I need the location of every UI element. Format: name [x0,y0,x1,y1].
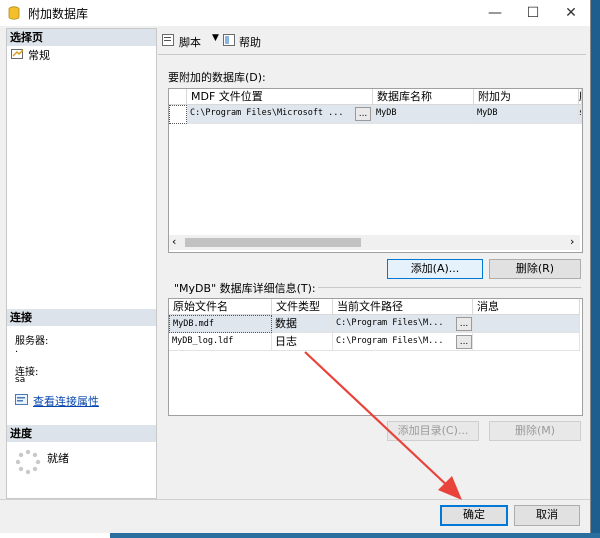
add-catalog-button[interactable]: 添加目录(C)... [387,421,479,441]
help-label: 帮助 [239,36,261,49]
browse-mdf-button[interactable]: ... [355,107,371,121]
column-header-attach-as[interactable]: 附加为 [474,89,579,105]
scroll-right-icon[interactable]: › [570,235,574,248]
file-type-cell[interactable]: 数据 [272,315,333,333]
cancel-button[interactable]: 取消 [514,505,580,526]
column-header-current-file-path[interactable]: 当前文件路径 [333,299,473,315]
column-header-database-name[interactable]: 数据库名称 [373,89,474,105]
desktop-background-bottom [110,533,600,538]
row-selector[interactable] [169,105,187,124]
database-details-label: "MyDB" 数据库详细信息(T): [174,282,316,295]
owner-cell[interactable]: s [579,105,582,124]
attach-database-dialog: 附加数据库 — ☐ ✕ 选择页 常规 连接 服务器: . 连接: sa 查看连接… [0,0,591,533]
original-file-name-cell[interactable]: MyDB_log.ldf [169,333,272,351]
title-bar: 附加数据库 — ☐ ✕ [0,0,590,26]
browse-path-button[interactable]: ... [456,335,472,349]
file-type-cell[interactable]: 日志 [272,333,333,351]
server-value: . [15,344,19,355]
attach-as-cell[interactable]: MyDB [474,105,579,124]
horizontal-scrollbar[interactable]: ‹ › [169,235,580,250]
script-dropdown-icon: ▼ [212,33,219,43]
column-header-original-file-name[interactable]: 原始文件名 [169,299,272,315]
left-panel: 选择页 常规 连接 服务器: . 连接: sa 查看连接属性 进度 就绪 [6,28,157,499]
page-item-general-label: 常规 [28,49,50,62]
message-cell [473,333,580,351]
browse-path-button[interactable]: ... [456,317,472,331]
toolbar-divider [158,54,586,55]
select-page-header: 选择页 [7,29,156,46]
progress-spinner-icon [15,449,41,475]
main-area: 脚本 ▼ 帮助 要附加的数据库(D): MDF 文件位置 数据库名称 附加为 所… [158,28,586,497]
progress-status: 就绪 [47,452,69,465]
view-connection-properties-link[interactable]: 查看连接属性 [33,393,99,409]
details-divider [318,287,581,288]
general-page-icon [11,49,24,59]
remove-database-button[interactable]: 删除(R) [489,259,581,279]
database-details-grid: 原始文件名 文件类型 当前文件路径 消息 MyDB.mdf 数据 C:\Prog… [168,298,583,416]
grid-corner [169,89,187,105]
progress-header: 进度 [7,425,156,442]
message-cell [473,315,580,333]
connection-value: sa [15,375,26,385]
column-header-owner[interactable]: 所 [579,89,582,105]
databases-to-attach-grid: MDF 文件位置 数据库名称 附加为 所 C:\Program Files\Mi… [168,88,583,253]
connection-properties-icon [15,394,28,405]
column-header-file-type[interactable]: 文件类型 [272,299,333,315]
databases-to-attach-label: 要附加的数据库(D): [168,71,266,84]
table-row[interactable]: C:\Program Files\Microsoft ... ... MyDB … [169,105,582,124]
add-database-button[interactable]: 添加(A)... [387,259,483,279]
maximize-button[interactable]: ☐ [514,0,552,26]
current-file-path-cell[interactable]: C:\Program Files\M... [333,315,473,333]
close-button[interactable]: ✕ [552,0,590,26]
server-label: 服务器: [15,336,49,347]
column-header-message[interactable]: 消息 [473,299,580,315]
scroll-left-icon[interactable]: ‹ [172,235,176,248]
remove-file-button[interactable]: 删除(M) [489,421,581,441]
script-label: 脚本 [179,36,201,49]
minimize-button[interactable]: — [476,0,514,26]
ok-button[interactable]: 确定 [440,505,508,526]
connection-header: 连接 [7,309,156,326]
current-file-path-cell[interactable]: C:\Program Files\M... [333,333,473,351]
mdf-path-cell[interactable]: C:\Program Files\Microsoft ... [187,105,373,124]
window-title: 附加数据库 [28,7,89,21]
table-row[interactable]: MyDB.mdf 数据 C:\Program Files\M... ... [169,315,580,333]
column-header-mdf-location[interactable]: MDF 文件位置 [187,89,373,105]
database-icon [8,6,20,20]
footer-divider [0,499,590,500]
database-name-cell[interactable]: MyDB [373,105,474,124]
help-icon [223,34,235,46]
desktop-background [590,0,600,538]
scrollbar-thumb[interactable] [185,238,361,247]
original-file-name-cell[interactable]: MyDB.mdf [169,315,272,333]
script-icon [162,34,174,46]
table-row[interactable]: MyDB_log.ldf 日志 C:\Program Files\M... ..… [169,333,580,351]
